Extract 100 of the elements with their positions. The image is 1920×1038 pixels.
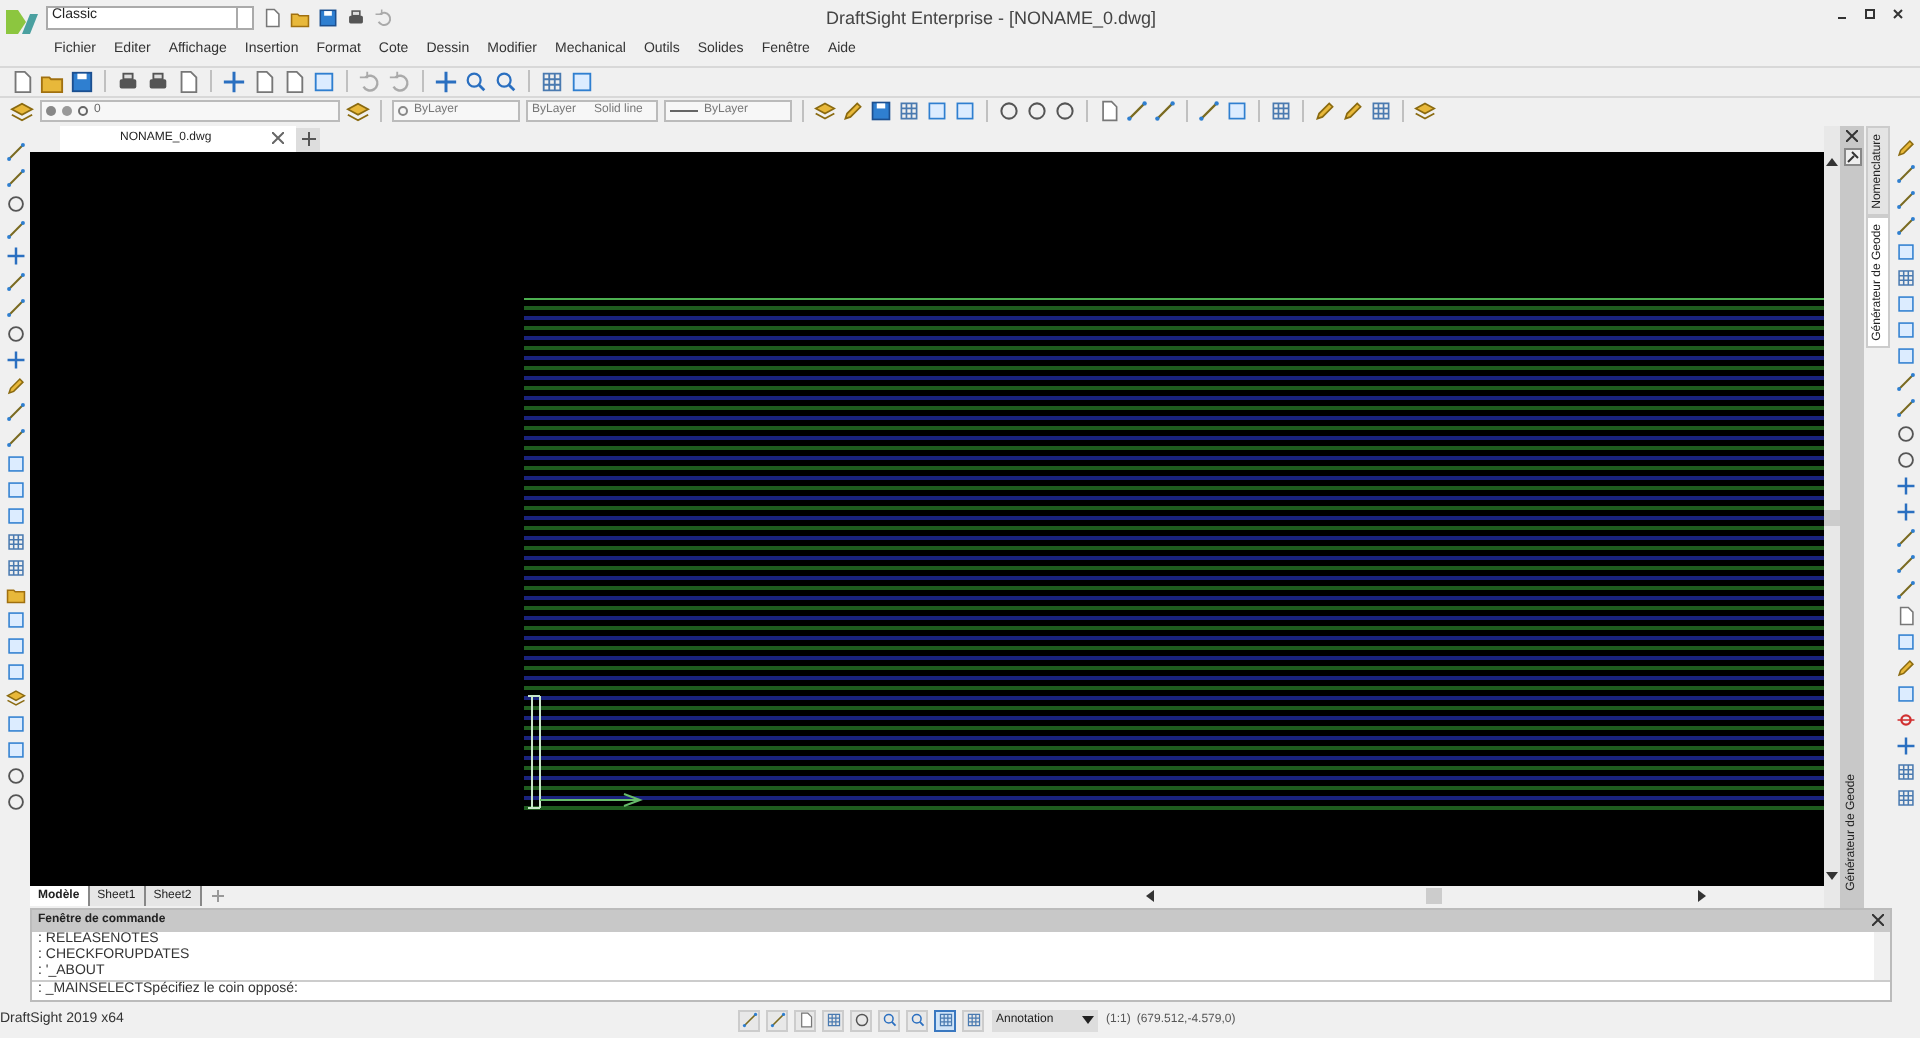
square-icon[interactable]: [5, 505, 25, 526]
circle-icon[interactable]: [1026, 100, 1048, 123]
document-icon[interactable]: [10, 69, 34, 94]
save-icon[interactable]: [870, 100, 892, 123]
printer-icon[interactable]: [346, 7, 366, 27]
square-icon[interactable]: [1896, 631, 1916, 652]
cross-icon[interactable]: [5, 245, 25, 266]
cross-icon[interactable]: [1896, 735, 1916, 756]
square-icon[interactable]: [5, 713, 25, 734]
square-icon[interactable]: [926, 100, 948, 123]
square-icon[interactable]: [5, 635, 25, 656]
line-icon[interactable]: [1896, 371, 1916, 392]
circle-icon[interactable]: [1054, 100, 1076, 123]
line-icon[interactable]: [5, 219, 25, 240]
square-icon[interactable]: [5, 609, 25, 630]
save-icon[interactable]: [70, 69, 94, 94]
toggle-button[interactable]: [766, 1009, 788, 1032]
circle-icon[interactable]: [5, 765, 25, 786]
document-icon[interactable]: [1896, 605, 1916, 626]
pin-icon[interactable]: [1843, 147, 1861, 166]
square-icon[interactable]: [1226, 100, 1248, 123]
line-icon[interactable]: [5, 271, 25, 292]
layer-icon[interactable]: [346, 99, 370, 124]
up-arrow-icon[interactable]: [1826, 157, 1838, 166]
line-icon[interactable]: [5, 297, 25, 318]
toggle-button[interactable]: [738, 1009, 760, 1032]
document-icon[interactable]: [252, 69, 276, 94]
layer-icon[interactable]: [814, 100, 836, 123]
circle-icon[interactable]: [998, 100, 1020, 123]
square-icon[interactable]: [570, 69, 594, 94]
toggle-button[interactable]: [878, 1009, 900, 1032]
toggle-button[interactable]: [794, 1009, 816, 1032]
pencil-icon[interactable]: [842, 100, 864, 123]
line-icon[interactable]: [1154, 100, 1176, 123]
square-icon[interactable]: [5, 739, 25, 760]
circle-icon[interactable]: [1896, 423, 1916, 444]
line-icon[interactable]: [5, 167, 25, 188]
pencil-icon[interactable]: [1896, 657, 1916, 678]
folder-icon[interactable]: [290, 7, 310, 27]
line-icon[interactable]: [5, 427, 25, 448]
line-icon[interactable]: [1896, 163, 1916, 184]
circle-icon[interactable]: [5, 791, 25, 812]
toggle-button[interactable]: [850, 1009, 872, 1032]
toggle-button[interactable]: [822, 1009, 844, 1032]
square-icon[interactable]: [5, 479, 25, 500]
layer-icon[interactable]: [5, 687, 25, 708]
right-arrow-icon[interactable]: [1697, 890, 1706, 903]
pencil-icon[interactable]: [5, 375, 25, 396]
line-icon[interactable]: [1896, 189, 1916, 210]
folder-icon[interactable]: [5, 583, 25, 604]
line-icon[interactable]: [1896, 215, 1916, 236]
line-icon[interactable]: [5, 141, 25, 162]
cross-icon[interactable]: [1896, 501, 1916, 522]
square-icon[interactable]: [1896, 683, 1916, 704]
square-icon[interactable]: [312, 69, 336, 94]
cross-icon[interactable]: [1896, 475, 1916, 496]
grid-icon[interactable]: [5, 531, 25, 552]
line-icon[interactable]: [1896, 527, 1916, 548]
scrollbar-thumb[interactable]: [1824, 510, 1840, 527]
printer-icon[interactable]: [116, 69, 140, 94]
square-icon[interactable]: [954, 100, 976, 123]
grid-icon[interactable]: [1896, 267, 1916, 288]
cross-icon[interactable]: [5, 349, 25, 370]
grid-icon[interactable]: [540, 69, 564, 94]
restore-icon[interactable]: [1864, 6, 1876, 22]
add-tab-button[interactable]: [296, 127, 320, 152]
target-icon[interactable]: [1896, 709, 1916, 730]
document-icon[interactable]: [262, 7, 282, 27]
cross-icon[interactable]: [434, 69, 458, 94]
left-arrow-icon[interactable]: [1145, 890, 1154, 903]
layer-icon[interactable]: [1414, 100, 1436, 123]
grid-icon[interactable]: [1896, 787, 1916, 808]
line-icon[interactable]: [5, 401, 25, 422]
square-icon[interactable]: [5, 453, 25, 474]
pencil-icon[interactable]: [1896, 137, 1916, 158]
grid-icon[interactable]: [1270, 100, 1292, 123]
line-icon[interactable]: [1198, 100, 1220, 123]
document-icon[interactable]: [176, 69, 200, 94]
grid-icon[interactable]: [1896, 761, 1916, 782]
pencil-icon[interactable]: [1314, 100, 1336, 123]
pencil-icon[interactable]: [1342, 100, 1364, 123]
down-arrow-icon[interactable]: [1826, 871, 1838, 880]
document-icon[interactable]: [1098, 100, 1120, 123]
grid-icon[interactable]: [1370, 100, 1392, 123]
close-icon[interactable]: [1846, 129, 1858, 142]
line-icon[interactable]: [1126, 100, 1148, 123]
grid-icon[interactable]: [898, 100, 920, 123]
close-icon[interactable]: [1892, 6, 1904, 22]
circle-icon[interactable]: [5, 323, 25, 344]
layer-icon[interactable]: [10, 99, 34, 124]
grid-icon[interactable]: [5, 557, 25, 578]
square-icon[interactable]: [5, 661, 25, 682]
square-icon[interactable]: [1896, 345, 1916, 366]
printer-icon[interactable]: [146, 69, 170, 94]
close-icon[interactable]: [272, 132, 284, 145]
zoom-icon[interactable]: [494, 69, 518, 94]
plus-icon[interactable]: [209, 888, 226, 905]
line-icon[interactable]: [1896, 553, 1916, 574]
scrollbar-thumb[interactable]: [1425, 888, 1442, 905]
close-icon[interactable]: [1872, 914, 1884, 927]
